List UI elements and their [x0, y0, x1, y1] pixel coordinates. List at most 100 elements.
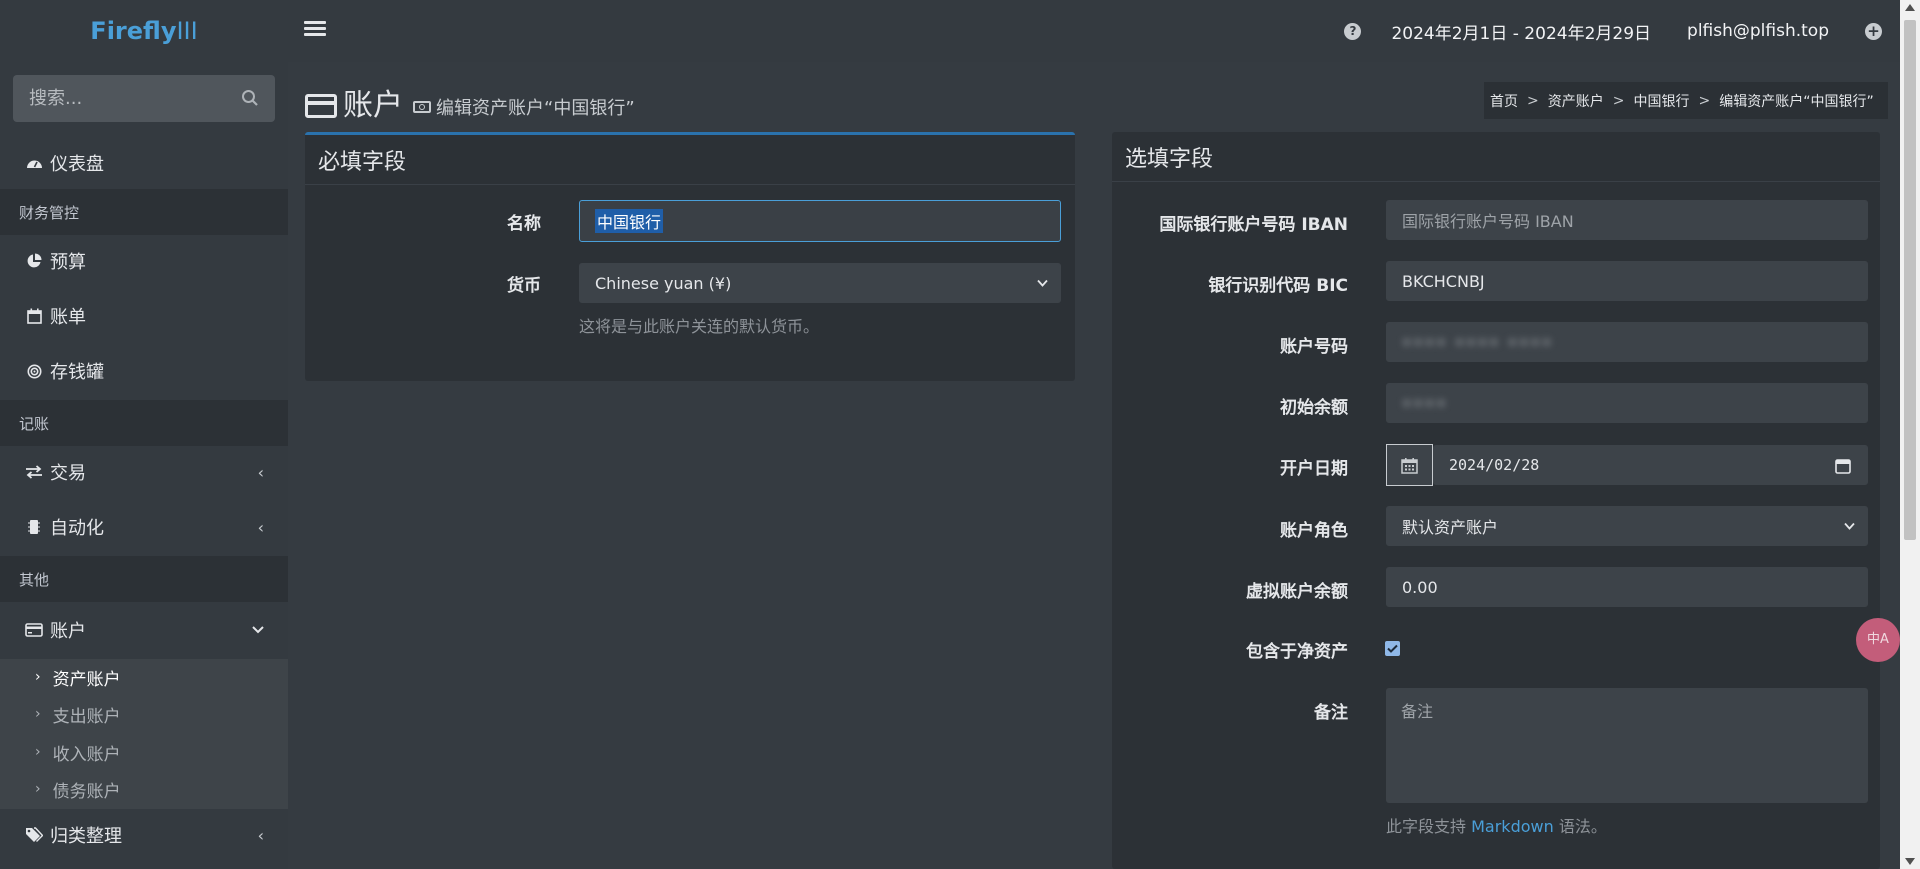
checkmark-icon: [1387, 644, 1398, 653]
section-header-others: 其他: [0, 556, 288, 602]
bic-label: 银行识别代码 BIC: [1208, 276, 1348, 296]
credit-card-icon: [305, 94, 337, 118]
account-number-input[interactable]: •••• •••• ••••: [1386, 322, 1868, 362]
microchip-icon: [25, 518, 43, 536]
submenu-item-asset-accounts[interactable]: › 资产账户: [35, 659, 121, 695]
required-fields-card: 必填字段: [305, 132, 1075, 381]
chevron-right-icon: ›: [35, 781, 41, 797]
chevron-down-icon: [1037, 279, 1048, 287]
breadcrumb-asset-accounts[interactable]: 资产账户: [1548, 91, 1604, 111]
search-icon[interactable]: [241, 89, 259, 107]
help-icon[interactable]: ?: [1344, 22, 1362, 40]
breadcrumb-home[interactable]: 首页: [1490, 91, 1518, 111]
account-role-label: 账户角色: [1280, 521, 1348, 541]
translate-widget[interactable]: 中A: [1856, 618, 1900, 662]
sidebar-item-classification[interactable]: 归类整理 ‹: [0, 809, 288, 861]
currency-help-text: 这将是与此账户关连的默认货币。: [579, 317, 820, 336]
opening-date-input[interactable]: 2024/02/28: [1433, 445, 1868, 485]
notes-label: 备注: [1314, 703, 1348, 723]
submenu-item-revenue-accounts[interactable]: › 收入账户: [35, 734, 121, 770]
breadcrumb-current: 编辑资产账户“中国银行”: [1719, 93, 1874, 110]
account-role-select[interactable]: 默认资产账户: [1386, 506, 1868, 546]
sidebar-item-budget[interactable]: 预算: [0, 235, 288, 287]
search-input[interactable]: [13, 75, 275, 122]
iban-input[interactable]: 国际银行账户号码 IBAN: [1386, 200, 1868, 240]
calendar-button[interactable]: [1386, 444, 1433, 486]
currency-label: 货币: [507, 276, 541, 296]
brand-logo[interactable]: Firefly III: [0, 0, 288, 62]
breadcrumb-account[interactable]: 中国银行: [1633, 91, 1689, 111]
page-header: 账户 编辑资产账户“中国银行”: [305, 80, 635, 124]
page-scrollbar[interactable]: [1900, 0, 1920, 869]
sidebar-item-label: 预算: [50, 252, 86, 273]
markdown-link[interactable]: Markdown: [1471, 817, 1554, 836]
opening-date-label: 开户日期: [1280, 459, 1348, 479]
account-number-label: 账户号码: [1280, 337, 1348, 357]
user-menu[interactable]: plfish@plfish.top: [1687, 21, 1829, 41]
add-new-icon[interactable]: +: [1865, 22, 1882, 40]
top-navbar: Firefly III ? 2024年2月1日 - 2024年2月29日 plfi…: [0, 0, 1920, 62]
name-label: 名称: [507, 214, 541, 234]
scroll-up-icon[interactable]: [1905, 4, 1915, 11]
virtual-balance-label: 虚拟账户余额: [1246, 582, 1348, 602]
page-subtitle: 编辑资产账户“中国银行”: [413, 94, 635, 120]
sidebar-item-label: 账单: [50, 307, 86, 328]
scrollbar-thumb[interactable]: [1904, 20, 1916, 540]
brand-main: Firefly: [90, 17, 177, 45]
chevron-down-icon: [1844, 522, 1855, 530]
chevron-left-icon: ‹: [257, 517, 264, 537]
bullseye-icon: [25, 362, 43, 380]
sidebar-item-accounts[interactable]: 账户: [0, 602, 288, 658]
money-bill-icon: [413, 101, 431, 113]
iban-label: 国际银行账户号码 IBAN: [1159, 215, 1348, 235]
sidebar-item-label: 账户: [50, 621, 86, 642]
brand-suffix: III: [176, 17, 198, 45]
sidebar-item-bills[interactable]: 账单: [0, 290, 288, 342]
scroll-down-icon[interactable]: [1905, 858, 1915, 865]
bic-input[interactable]: BKCHCNBJ: [1386, 261, 1868, 301]
sidebar-item-label: 归类整理: [50, 826, 122, 847]
tags-icon: [25, 826, 43, 844]
chevron-right-icon: ›: [35, 706, 41, 722]
submenu-item-liability-accounts[interactable]: › 债务账户: [35, 771, 121, 807]
pie-chart-icon: [25, 252, 43, 270]
opening-balance-label: 初始余额: [1280, 398, 1348, 418]
page-title: 账户: [343, 88, 403, 123]
section-header-bookkeeping: 记账: [0, 400, 288, 446]
menu-toggle-icon[interactable]: [304, 18, 326, 40]
notes-help-text: 此字段支持 Markdown 语法。: [1386, 817, 1607, 836]
card-header: 选填字段: [1112, 132, 1880, 182]
include-net-worth-label: 包含于净资产: [1246, 642, 1348, 662]
sidebar-item-transactions[interactable]: 交易 ‹: [0, 446, 288, 498]
date-range-picker[interactable]: 2024年2月1日 - 2024年2月29日: [1391, 19, 1651, 44]
card-header: 必填字段: [305, 135, 1075, 185]
sidebar-item-label: 存钱罐: [50, 362, 104, 383]
sidebar-item-label: 自动化: [50, 518, 104, 539]
exchange-icon: [25, 463, 43, 481]
chevron-left-icon: ‹: [257, 462, 264, 482]
calendar-icon: [25, 307, 43, 325]
sidebar-item-label: 仪表盘: [50, 154, 104, 175]
accounts-submenu: › 资产账户 › 支出账户 › 收入账户 › 债务账户: [0, 659, 288, 809]
sidebar: 仪表盘 财务管控 预算 账单 存钱罐 记账 交易 ‹ 自动化 ‹ 其他: [0, 62, 288, 869]
sidebar-item-piggy-banks[interactable]: 存钱罐: [0, 345, 288, 397]
breadcrumb: 首页 > 资产账户 > 中国银行 > 编辑资产账户“中国银行”: [1484, 82, 1888, 119]
section-header-finance: 财务管控: [0, 189, 288, 235]
gauge-icon: [25, 154, 43, 172]
notes-textarea[interactable]: 备注: [1386, 688, 1868, 803]
calendar-icon: [1401, 457, 1418, 474]
opening-balance-input[interactable]: ••••: [1386, 383, 1868, 423]
include-net-worth-checkbox[interactable]: [1385, 641, 1400, 656]
sidebar-item-dashboard[interactable]: 仪表盘: [0, 137, 288, 189]
virtual-balance-input[interactable]: 0.00: [1386, 567, 1868, 607]
name-input[interactable]: 中国银行: [579, 200, 1061, 242]
credit-card-icon: [25, 621, 43, 639]
currency-select[interactable]: Chinese yuan (¥): [579, 263, 1061, 303]
search-box: [13, 75, 275, 122]
sidebar-item-automation[interactable]: 自动化 ‹: [0, 501, 288, 553]
submenu-item-expense-accounts[interactable]: › 支出账户: [35, 696, 121, 732]
chevron-right-icon: ›: [35, 669, 41, 685]
chevron-right-icon: ›: [35, 744, 41, 760]
sidebar-item-label: 交易: [50, 463, 86, 484]
calendar-picker-icon[interactable]: [1835, 458, 1851, 474]
